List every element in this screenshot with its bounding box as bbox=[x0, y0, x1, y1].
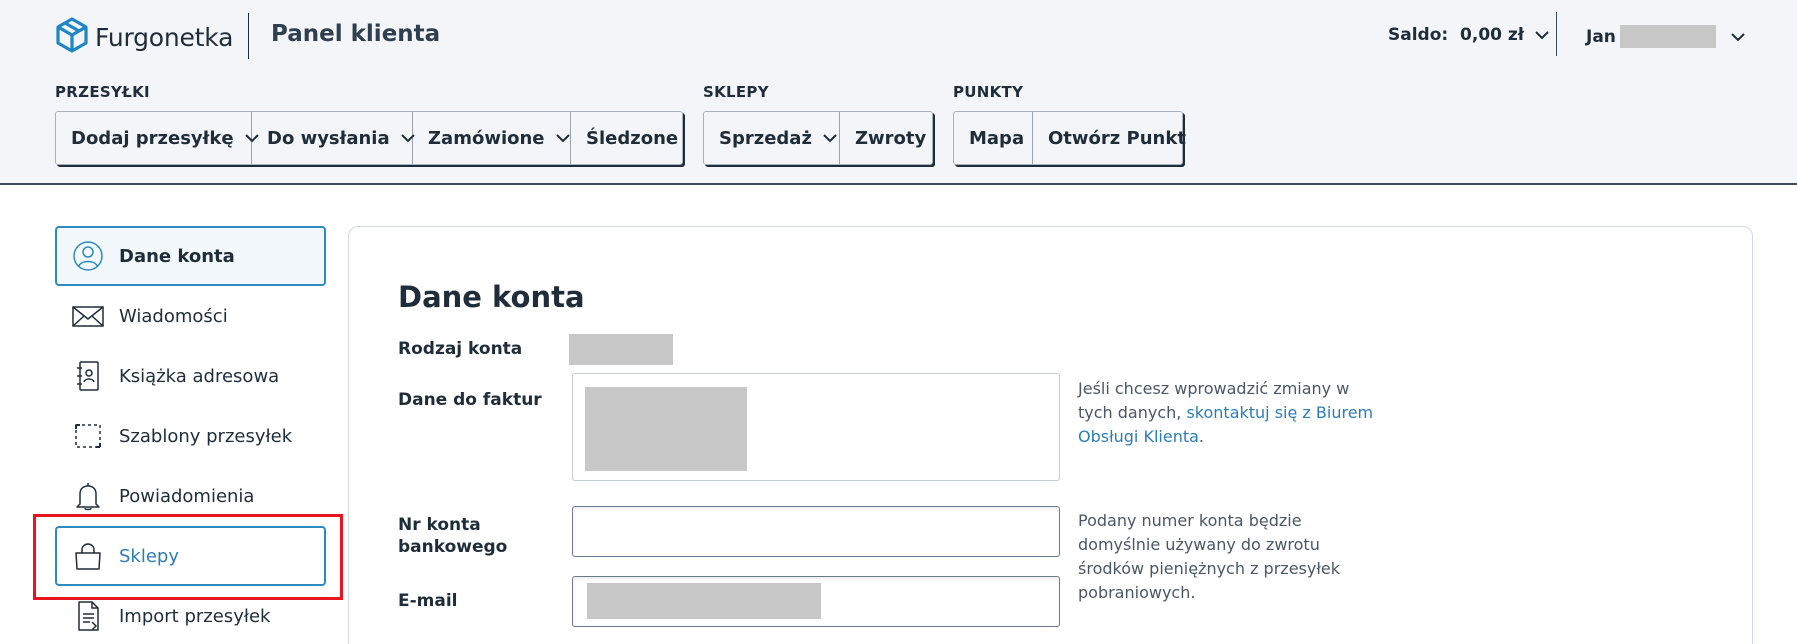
bank-account-input[interactable] bbox=[572, 506, 1060, 557]
header: Furgonetka Panel klienta Saldo: 0,00 zł … bbox=[0, 0, 1797, 185]
invoice-data-box bbox=[572, 373, 1060, 481]
user-circle-icon bbox=[71, 239, 105, 273]
redacted-email bbox=[587, 583, 821, 619]
bell-icon bbox=[71, 479, 105, 513]
chevron-down-icon bbox=[1730, 29, 1746, 45]
logo-text: Furgonetka bbox=[95, 22, 234, 52]
import-file-icon bbox=[71, 599, 105, 633]
bank-account-label: Nr konta bankowego bbox=[398, 514, 507, 558]
chevron-down-icon bbox=[555, 130, 571, 146]
chevron-down-icon bbox=[1534, 27, 1550, 43]
nav-item-label: Zamówione bbox=[428, 127, 545, 149]
account-type-label: Rodzaj konta bbox=[398, 339, 523, 359]
bank-account-label-line1: Nr konta bbox=[398, 515, 481, 535]
nav-item-label: Mapa bbox=[969, 127, 1025, 149]
nav-item-label: Zwroty bbox=[855, 127, 927, 149]
invoice-data-label: Dane do faktur bbox=[398, 390, 542, 410]
furgonetka-logo-icon bbox=[55, 17, 89, 57]
sidebar-item-szablony-przesylek[interactable]: Szablony przesyłek bbox=[55, 406, 326, 466]
sidebar-item-label: Powiadomienia bbox=[119, 485, 255, 507]
user-menu[interactable]: Jan bbox=[1586, 25, 1746, 48]
page-title: Dane konta bbox=[398, 280, 585, 314]
sidebar-item-import-przesylek[interactable]: Import przesyłek bbox=[55, 586, 326, 644]
invoice-hint: Jeśli chcesz wprowadzić zmiany w tych da… bbox=[1078, 377, 1388, 449]
sidebar-item-label: Sklepy bbox=[119, 545, 180, 567]
logo-divider bbox=[248, 13, 249, 59]
nav-item-label: Dodaj przesyłkę bbox=[71, 127, 234, 149]
nav-bar-punkty: Mapa Otwórz Punkt bbox=[953, 111, 1186, 165]
logo[interactable]: Furgonetka bbox=[55, 17, 234, 57]
saldo-dropdown[interactable]: Saldo: 0,00 zł bbox=[1388, 25, 1550, 45]
nav-group-label: PUNKTY bbox=[953, 83, 1024, 101]
sidebar-item-label: Import przesyłek bbox=[119, 605, 271, 627]
nav-dodaj-przesylke[interactable]: Dodaj przesyłkę bbox=[56, 112, 259, 164]
email-label: E-mail bbox=[398, 591, 458, 611]
nav-sledzone[interactable]: Śledzone bbox=[571, 112, 693, 164]
nav-otworz-punkt[interactable]: Otwórz Punkt bbox=[1033, 112, 1201, 164]
nav-group-przesylki: PRZESYŁKI Dodaj przesyłkę Do wysłania Za… bbox=[55, 83, 683, 165]
nav-mapa[interactable]: Mapa bbox=[954, 112, 1033, 164]
nav-sprzedaz[interactable]: Sprzedaż bbox=[704, 112, 840, 164]
shopping-bag-icon bbox=[71, 539, 105, 573]
sidebar-item-label: Szablony przesyłek bbox=[119, 425, 293, 447]
envelope-icon bbox=[71, 299, 105, 333]
nav-group-label: PRZESYŁKI bbox=[55, 83, 150, 101]
sidebar-item-label: Dane konta bbox=[119, 245, 235, 267]
redacted-account-type bbox=[569, 334, 673, 365]
sidebar-item-label: Książka adresowa bbox=[119, 365, 280, 387]
redacted-surname bbox=[1619, 25, 1716, 48]
sidebar-item-sklepy[interactable]: Sklepy bbox=[55, 526, 326, 586]
nav-do-wyslania[interactable]: Do wysłania bbox=[252, 112, 415, 164]
nav-group-punkty: PUNKTY Mapa Otwórz Punkt bbox=[953, 83, 1186, 165]
template-icon bbox=[71, 419, 105, 453]
nav-item-label: Otwórz Punkt bbox=[1048, 127, 1186, 149]
nav-item-label: Do wysłania bbox=[267, 127, 390, 149]
nav-group-sklepy: SKLEPY Sprzedaż Zwroty bbox=[703, 83, 933, 165]
redacted-invoice-data bbox=[585, 387, 747, 471]
sidebar-item-wiadomosci[interactable]: Wiadomości bbox=[55, 286, 326, 346]
nav-item-label: Sprzedaż bbox=[719, 127, 812, 149]
panel-title: Panel klienta bbox=[271, 21, 441, 47]
user-name: Jan bbox=[1586, 26, 1616, 47]
sidebar-item-dane-konta[interactable]: Dane konta bbox=[55, 226, 326, 286]
email-input[interactable] bbox=[572, 576, 1060, 627]
sidebar-item-label: Wiadomości bbox=[119, 305, 228, 327]
nav-bar-przesylki: Dodaj przesyłkę Do wysłania Zamówione Śl… bbox=[55, 111, 683, 165]
nav-zamowione[interactable]: Zamówione bbox=[413, 112, 571, 164]
nav-bar-sklepy: Sprzedaż Zwroty bbox=[703, 111, 933, 165]
nav-zwroty[interactable]: Zwroty bbox=[840, 112, 941, 164]
bank-account-hint: Podany numer konta będzie domyślnie używ… bbox=[1078, 511, 1340, 602]
chevron-down-icon bbox=[822, 130, 838, 146]
nav-group-label: SKLEPY bbox=[703, 83, 769, 101]
sidebar: Dane konta Wiadomości Książka adresowa S… bbox=[55, 226, 326, 644]
address-book-icon bbox=[71, 359, 105, 393]
nav-item-label: Śledzone bbox=[586, 127, 679, 149]
sidebar-item-powiadomienia[interactable]: Powiadomienia bbox=[55, 466, 326, 526]
header-divider bbox=[1556, 12, 1557, 56]
invoice-hint-suffix: . bbox=[1198, 427, 1204, 446]
saldo-text: Saldo: 0,00 zł bbox=[1388, 25, 1525, 45]
sidebar-item-ksiazka-adresowa[interactable]: Książka adresowa bbox=[55, 346, 326, 406]
bank-account-label-line2: bankowego bbox=[398, 537, 508, 557]
